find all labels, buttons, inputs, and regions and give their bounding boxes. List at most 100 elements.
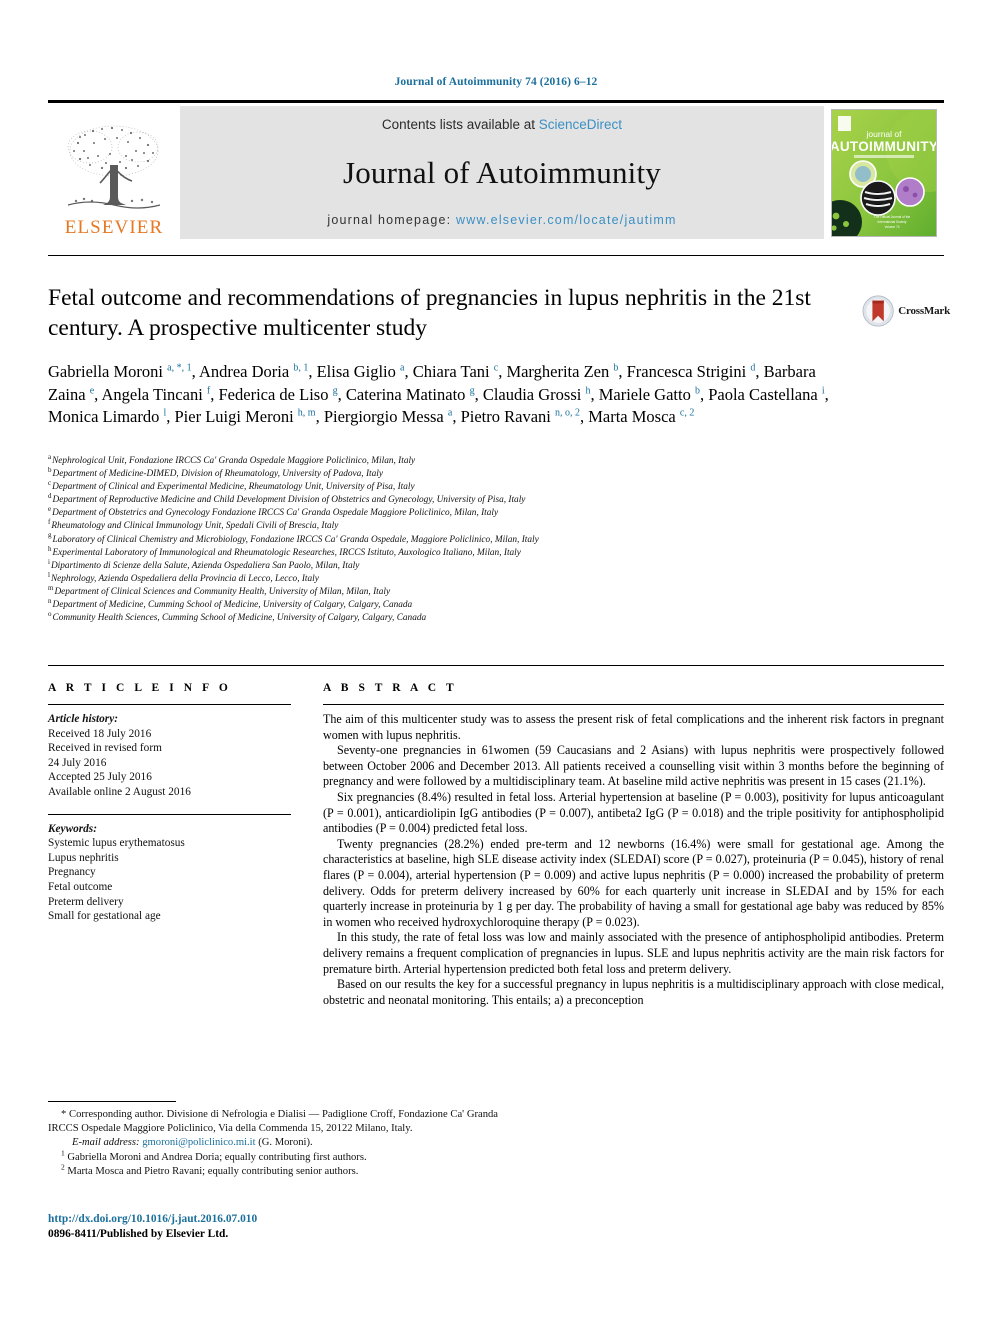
affiliation-marker: d — [48, 492, 52, 501]
affiliation-text: Department of Medicine-DIMED, Division o… — [52, 469, 383, 480]
affiliation-item: bDepartment of Medicine-DIMED, Division … — [48, 466, 848, 481]
author-name: Angela Tincani — [101, 384, 207, 404]
author-name: Margherita Zen — [506, 362, 614, 381]
author-affiliation-marker: h — [585, 385, 591, 396]
affiliation-marker: c — [48, 479, 52, 488]
affiliation-marker: g — [48, 531, 52, 540]
keyword-item: Systemic lupus erythematosus — [48, 837, 185, 850]
article-info-heading: A R T I C L E I N F O — [48, 682, 232, 694]
abstract-heading: A B S T R A C T — [323, 682, 458, 694]
keyword-item: Small for gestational age — [48, 910, 161, 923]
affiliation-item: iDipartimento di Scienze della Salute, A… — [48, 557, 848, 573]
affiliation-marker: n — [48, 596, 52, 605]
elsevier-wordmark: ELSEVIER — [64, 217, 164, 238]
affiliation-text: Department of Reproductive Medicine and … — [52, 495, 526, 506]
author-name: Pietro Ravani — [460, 407, 555, 426]
author-affiliation-marker: g — [469, 385, 475, 396]
copyright-line: 0896-8411/Published by Elsevier Ltd. — [48, 1228, 229, 1240]
abstract-paragraph: Based on our results the key for a succe… — [323, 977, 944, 1007]
svg-text:journal of: journal of — [866, 129, 903, 139]
author-affiliation-marker: c, 2 — [679, 407, 695, 419]
article-history-item: Available online 2 August 2016 — [48, 785, 191, 798]
crossmark-label: CrossMark — [898, 305, 950, 317]
svg-text:The Official Journal of the: The Official Journal of the — [874, 215, 910, 219]
affiliation-text: Community Health Sciences, Cumming Schoo… — [52, 613, 427, 624]
svg-text:Volume 74: Volume 74 — [884, 225, 899, 229]
email-link[interactable]: gmoroni@policlinico.mi.it — [142, 1137, 255, 1148]
author-affiliation-marker: c — [493, 362, 499, 374]
author-affiliation-marker: l — [163, 407, 167, 419]
article-history-item: Received 18 July 2016 — [48, 727, 152, 740]
affiliation-marker: e — [48, 505, 52, 514]
affiliation-text: Rheumatology and Clinical Immunology Uni… — [51, 521, 339, 532]
author-affiliation-marker: d — [750, 362, 756, 374]
affiliation-item: hExperimental Laboratory of Immunologica… — [48, 545, 848, 560]
abstract-paragraph: In this study, the rate of fetal loss wa… — [323, 930, 944, 976]
abstract-paragraph: Twenty pregnancies (28.2%) ended pre-ter… — [323, 836, 944, 929]
author-affiliation-marker: f — [206, 385, 211, 396]
running-head: Journal of Autoimmunity 74 (2016) 6–12 — [394, 76, 598, 88]
affiliation-text: Department of Clinical Sciences and Comm… — [54, 586, 391, 597]
affiliation-marker: f — [48, 518, 51, 527]
masthead-center-band: Contents lists available at ScienceDirec… — [180, 106, 824, 239]
article-history-item: 24 July 2016 — [48, 756, 107, 769]
affiliation-item: dDepartment of Reproductive Medicine and… — [48, 492, 848, 507]
abstract-paragraph: The aim of this multicenter study was to… — [323, 712, 944, 742]
author-name: Andrea Doria — [198, 362, 294, 381]
affiliation-item: aNephrological Unit, Fondazione IRCCS Ca… — [48, 453, 848, 468]
crossmark-icon — [862, 295, 894, 327]
page-title: Fetal outcome and recommendations of pre… — [48, 285, 811, 341]
footnote-block: * Corresponding author. Divisione di Nef… — [48, 1108, 498, 1179]
crossmark-badge[interactable]: CrossMark — [862, 291, 950, 331]
author-name: Paola Castellana — [708, 384, 822, 404]
elsevier-tree-icon — [67, 125, 161, 209]
affiliation-item: cDepartment of Clinical and Experimental… — [48, 479, 848, 494]
affiliation-item: gLaboratory of Clinical Chemistry and Mi… — [48, 531, 848, 547]
affiliation-marker: b — [48, 466, 52, 474]
corresponding-author-note: * Corresponding author. Divisione di Nef… — [48, 1109, 498, 1135]
article-history-item: Accepted 25 July 2016 — [48, 771, 152, 784]
author-name: Piergiorgio Messa — [323, 407, 448, 426]
svg-text:International Society: International Society — [878, 220, 907, 224]
affiliation-item: nDepartment of Medicine, Cumming School … — [48, 596, 848, 612]
contents-prefix: Contents lists available at — [381, 117, 536, 132]
doi-link[interactable]: http://dx.doi.org/10.1016/j.jaut.2016.07… — [48, 1213, 257, 1225]
homepage-url-link[interactable]: www.elsevier.com/locate/jautimm — [456, 213, 677, 227]
author-affiliation-marker: a — [447, 407, 453, 419]
sciencedirect-link[interactable]: ScienceDirect — [539, 117, 622, 132]
author-name: Marta Mosca — [588, 407, 680, 426]
email-owner: (G. Moroni). — [258, 1137, 313, 1149]
author-name: Chiara Tani — [412, 362, 494, 381]
affiliation-text: Nephrology, Azienda Ospedaliera della Pr… — [50, 573, 319, 584]
abstract-paragraph: Six pregnancies (8.4%) resulted in fetal… — [323, 789, 944, 836]
author-affiliation-marker: g — [332, 385, 338, 396]
article-history-label: Article history: — [48, 713, 118, 725]
author-name: Monica Limardo — [48, 407, 164, 426]
equal-contribution-note-1: 1 Gabriella Moroni and Andrea Doria; equ… — [48, 1148, 498, 1165]
author-affiliation-marker: n, o, 2 — [554, 407, 580, 419]
affiliation-list: aNephrological Unit, Fondazione IRCCS Ca… — [48, 453, 848, 625]
footnote-divider — [48, 1101, 176, 1102]
article-history-items: Received 18 July 2016 Received in revised… — [48, 727, 291, 800]
author-affiliation-marker: b, 1 — [293, 362, 309, 374]
author-list: Gabriella Moroni a, *, 1, Andrea Doria b… — [48, 362, 829, 426]
affiliation-item: eDepartment of Obstetrics and Gynecology… — [48, 505, 848, 520]
footnote-marker-1: 1 — [61, 1148, 65, 1158]
affiliation-marker: i — [48, 557, 50, 566]
affiliation-item: oCommunity Health Sciences, Cumming Scho… — [48, 611, 848, 625]
elsevier-logo: ELSEVIER — [48, 106, 180, 239]
author-affiliation-marker: a, *, 1 — [167, 362, 192, 374]
info-section-divider — [48, 665, 944, 666]
keyword-item: Pregnancy — [48, 866, 96, 879]
keyword-item: Lupus nephritis — [48, 851, 119, 864]
author-name: Caterina Matinato — [345, 384, 470, 404]
article-page: Journal of Autoimmunity 74 (2016) 6–12 E… — [0, 0, 992, 1323]
affiliation-marker: m — [48, 583, 54, 592]
author-name: Federica de Liso — [218, 384, 333, 404]
affiliation-text: Department of Medicine, Cumming School o… — [52, 600, 413, 611]
affiliation-text: Dipartimento di Scienze della Salute, Az… — [50, 560, 360, 571]
journal-cover-thumbnail-wrap: journal of AUTOIMMUNITY The Official Jou… — [824, 106, 944, 239]
keywords-rule — [48, 813, 291, 815]
author-affiliation-marker: b — [694, 385, 700, 396]
email-label: E-mail address: — [72, 1137, 140, 1149]
